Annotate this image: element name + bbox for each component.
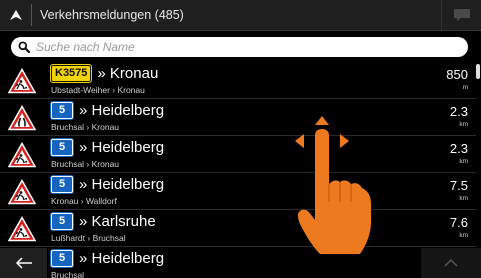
- distance-value: 2.3: [449, 104, 468, 119]
- search-icon: [18, 41, 30, 53]
- road-narrows-warning-icon: [8, 105, 36, 131]
- list-item[interactable]: K3575 » Kronau Ubstadt-Weiher › Kronau 8…: [0, 62, 476, 99]
- distance-unit: km: [459, 195, 468, 202]
- distance-display: 7.5 km: [450, 178, 468, 202]
- road-number-badge: 5: [51, 212, 73, 230]
- roadworks-warning-icon: [8, 142, 36, 168]
- page-title: Verkehrsmeldungen (485): [40, 8, 184, 22]
- road-number-badge: 5: [51, 175, 73, 193]
- scrollbar-thumb[interactable]: [476, 64, 480, 79]
- route-label: Ubstadt-Weiher › Kronau: [51, 85, 145, 95]
- road-number-badge: 5: [51, 138, 73, 156]
- scroll-up-button[interactable]: [421, 248, 481, 278]
- list-item[interactable]: 5 » Heidelberg Kronau › Walldorf 7.5 km: [0, 173, 476, 210]
- distance-unit: km: [459, 158, 468, 165]
- destination-label: » Karlsruhe: [79, 212, 156, 230]
- distance-unit: km: [459, 232, 468, 239]
- back-arrow-icon: [15, 257, 32, 269]
- road-number-badge: 5: [51, 101, 73, 119]
- destination-label: » Heidelberg: [79, 175, 165, 193]
- roadworks-warning-icon: [8, 216, 36, 242]
- distance-value: 7.5: [449, 178, 468, 193]
- distance-display: 7.6 km: [450, 215, 468, 239]
- destination-label: » Heidelberg: [79, 101, 165, 119]
- search-input[interactable]: [36, 38, 456, 56]
- destination-label: » Heidelberg: [79, 138, 165, 156]
- traffic-list: K3575 » Kronau Ubstadt-Weiher › Kronau 8…: [0, 62, 476, 278]
- distance-value: 7.6: [449, 215, 468, 230]
- roadworks-warning-icon: [8, 179, 36, 205]
- list-item[interactable]: 5 » Heidelberg Bruchsal › Kronau 2.3 km: [0, 99, 476, 136]
- list-item[interactable]: 5 » Karlsruhe Lußhardt › Bruchsal 7.6 km: [0, 210, 476, 247]
- chat-button[interactable]: [441, 0, 481, 31]
- footer-bar: [0, 248, 481, 278]
- route-label: Kronau › Walldorf: [51, 196, 117, 206]
- search-bar[interactable]: [11, 37, 468, 57]
- header-bar: Verkehrsmeldungen (485): [0, 0, 481, 31]
- destination-label: » Kronau: [97, 64, 159, 82]
- route-label: Lußhardt › Bruchsal: [51, 233, 126, 243]
- distance-display: 2.3 km: [450, 141, 468, 165]
- route-label: Bruchsal › Kronau: [51, 159, 120, 169]
- back-button[interactable]: [0, 248, 47, 278]
- chat-bubble-icon: [453, 9, 470, 21]
- roadworks-warning-icon: [8, 68, 36, 94]
- distance-unit: m: [462, 84, 468, 91]
- distance-value: 2.3: [449, 141, 468, 156]
- navigation-arrow-button[interactable]: [0, 0, 31, 31]
- route-label: Bruchsal › Kronau: [51, 122, 120, 132]
- distance-display: 2.3 km: [450, 104, 468, 128]
- distance-value: 850: [446, 67, 468, 82]
- distance-unit: km: [459, 121, 468, 128]
- road-number-badge: K3575: [51, 64, 92, 82]
- chevron-up-icon: [444, 259, 458, 267]
- distance-display: 850 m: [446, 67, 468, 91]
- navigation-arrow-icon: [9, 10, 22, 20]
- list-item[interactable]: 5 » Heidelberg Bruchsal › Kronau 2.3 km: [0, 136, 476, 173]
- header-separator: [31, 4, 32, 26]
